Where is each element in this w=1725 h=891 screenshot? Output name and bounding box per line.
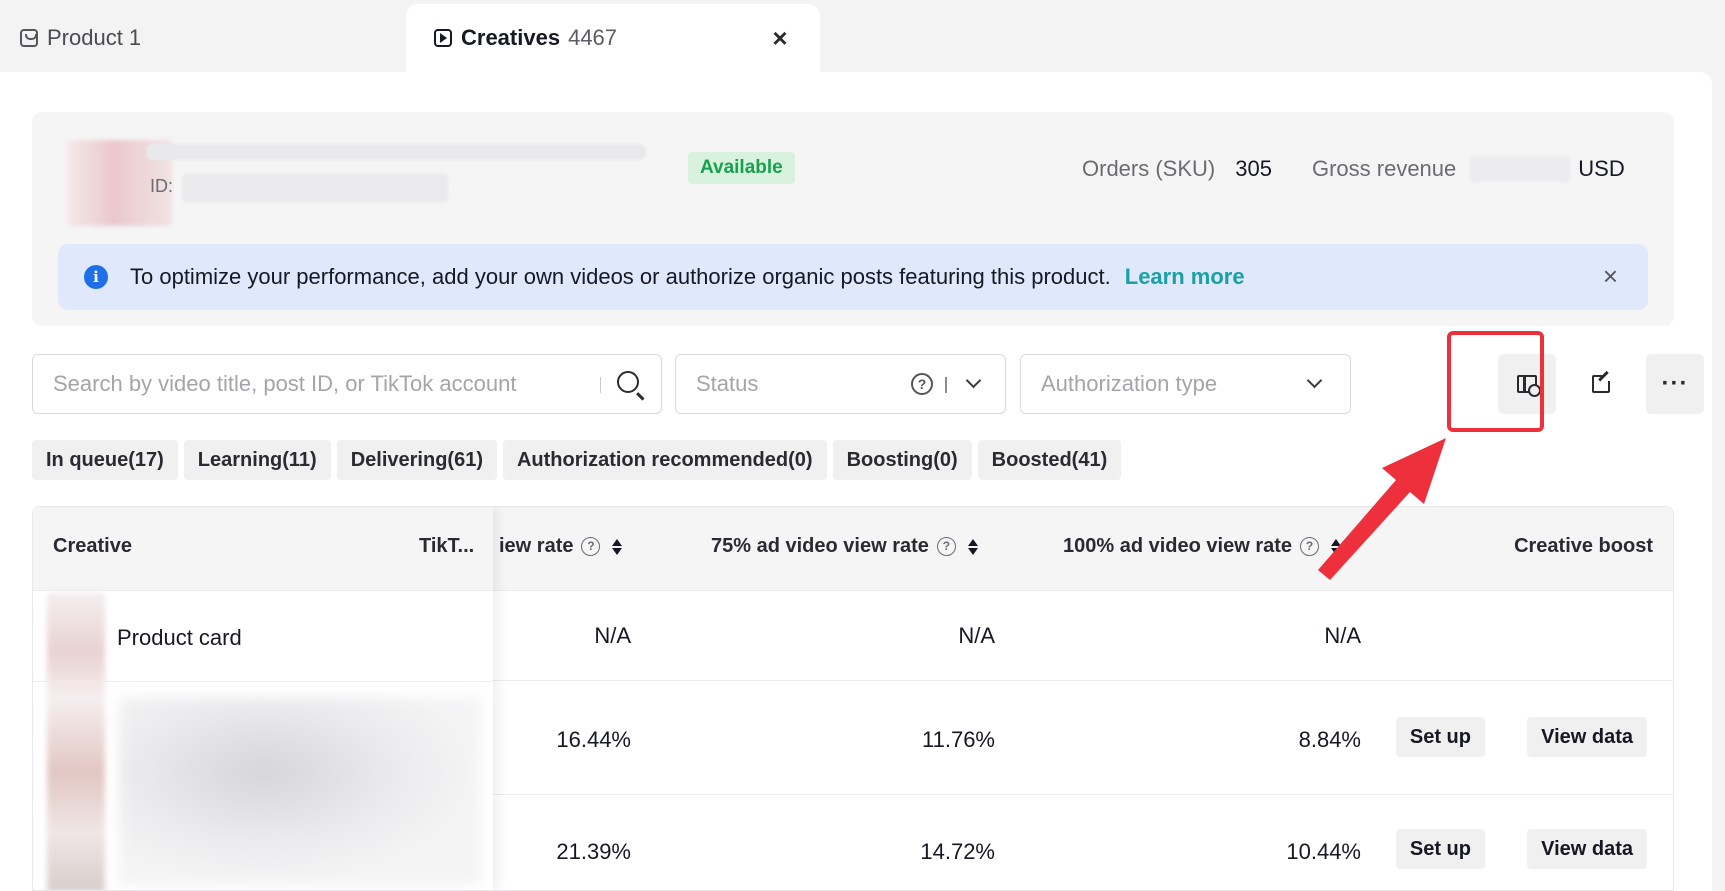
search-placeholder: Search by video title, post ID, or TikTo… <box>53 371 517 396</box>
set-up-button[interactable]: Set up <box>1395 717 1485 757</box>
cell-75-view-rate: 11.76% <box>922 727 995 752</box>
info-icon: i <box>84 265 108 289</box>
product-id-label: ID: <box>150 176 174 196</box>
header-75-view-rate[interactable]: 75% ad video view rate ? <box>711 535 978 558</box>
header-tiktok: TikT... <box>419 535 475 557</box>
creative-preview-redacted[interactable] <box>119 697 481 885</box>
tab-product-label: Product 1 <box>47 25 142 50</box>
shopping-bag-icon <box>20 29 38 47</box>
more-button[interactable]: ··· <box>1646 354 1704 414</box>
tab-creatives-label: Creatives <box>461 25 561 50</box>
product-card-label: Product card <box>117 625 242 650</box>
annotation-arrow <box>1318 438 1446 580</box>
help-icon[interactable]: ? <box>911 373 933 395</box>
export-button[interactable] <box>1572 354 1630 414</box>
cell-view-rate: N/A <box>594 623 631 648</box>
tab-creatives-count: 4467 <box>568 25 618 50</box>
header-label: 100% ad video view rate <box>1063 535 1293 557</box>
cell-75-view-rate: 14.72% <box>920 839 995 864</box>
tab-bar: Product 1 Creatives 4467 × <box>0 0 1725 72</box>
revenue-label: Gross revenue <box>1311 156 1457 181</box>
status-badge: Available <box>688 152 795 184</box>
sort-icon[interactable] <box>612 538 623 555</box>
tab-product[interactable]: Product 1 <box>20 4 141 72</box>
header-view-rate[interactable]: iew rate ? <box>499 535 623 558</box>
cell-100-view-rate: 8.84% <box>1298 727 1361 752</box>
chevron-down-icon <box>965 372 982 389</box>
header-label: Creative boost <box>1514 535 1653 557</box>
customize-columns-button[interactable] <box>1498 354 1556 414</box>
close-icon[interactable]: × <box>768 25 792 51</box>
cell-100-view-rate: N/A <box>1324 623 1361 648</box>
tab-creatives[interactable]: Creatives 4467 × <box>406 4 820 72</box>
header-label: 75% ad video view rate <box>711 535 929 557</box>
header-creative: Creative <box>53 535 132 557</box>
revenue-currency: USD <box>1578 156 1625 181</box>
more-icon: ··· <box>1661 370 1689 397</box>
sort-icon[interactable] <box>967 538 978 555</box>
video-icon <box>434 29 452 47</box>
divider <box>33 681 493 682</box>
info-banner-text: To optimize your performance, add your o… <box>130 264 1111 289</box>
status-chips: In queue(17) Learning(11) Delivering(61)… <box>32 440 1122 480</box>
sticky-header: Creative TikT... <box>33 507 493 591</box>
search-input[interactable]: Search by video title, post ID, or TikTo… <box>32 354 662 414</box>
search-icon[interactable] <box>617 371 639 393</box>
close-icon[interactable]: × <box>1603 262 1618 290</box>
view-data-button[interactable]: View data <box>1527 829 1647 869</box>
orders-value: 305 <box>1235 156 1272 181</box>
cell-75-view-rate: N/A <box>958 623 995 648</box>
header-label: iew rate <box>499 535 574 557</box>
product-summary: ID: Available Orders (SKU) 305 Gross rev… <box>32 112 1674 326</box>
chip-delivering[interactable]: Delivering(61) <box>336 440 497 480</box>
view-data-button[interactable]: View data <box>1527 717 1647 757</box>
divider <box>600 377 601 393</box>
cell-view-rate: 16.44% <box>556 727 631 752</box>
status-select[interactable]: Status ? <box>675 354 1006 414</box>
cell-100-view-rate: 10.44% <box>1286 839 1361 864</box>
product-stats: Orders (SKU) 305 Gross revenue USD <box>1082 154 1625 184</box>
auth-placeholder: Authorization type <box>1041 371 1218 396</box>
filter-bar: Search by video title, post ID, or TikTo… <box>32 354 1704 414</box>
authorization-type-select[interactable]: Authorization type <box>1020 354 1351 414</box>
header-creative-boost: Creative boost <box>1514 535 1653 558</box>
columns-settings-icon <box>1517 375 1541 397</box>
help-icon[interactable]: ? <box>581 537 601 556</box>
product-id-redacted <box>182 174 448 202</box>
info-banner: i To optimize your performance, add your… <box>58 244 1648 310</box>
chevron-down-icon <box>1306 372 1323 389</box>
product-title-redacted <box>146 144 646 160</box>
creative-thumbnail[interactable] <box>47 593 105 890</box>
chip-boosted[interactable]: Boosted(41) <box>977 440 1122 480</box>
learn-more-link[interactable]: Learn more <box>1125 264 1245 290</box>
chip-boosting[interactable]: Boosting(0) <box>832 440 972 480</box>
divider <box>945 377 947 393</box>
set-up-button[interactable]: Set up <box>1395 829 1485 869</box>
chip-authorization-recommended[interactable]: Authorization recommended(0) <box>502 440 827 480</box>
chip-in-queue[interactable]: In queue(17) <box>32 440 178 480</box>
export-icon <box>1592 373 1612 393</box>
cell-view-rate: 21.39% <box>556 839 631 864</box>
creative-column-sticky: Creative TikT... Product card <box>33 507 493 890</box>
orders-label: Orders (SKU) <box>1082 156 1216 181</box>
revenue-value-redacted <box>1470 156 1571 182</box>
status-placeholder: Status <box>696 371 759 396</box>
help-icon[interactable]: ? <box>936 537 956 556</box>
chip-learning[interactable]: Learning(11) <box>183 440 331 480</box>
